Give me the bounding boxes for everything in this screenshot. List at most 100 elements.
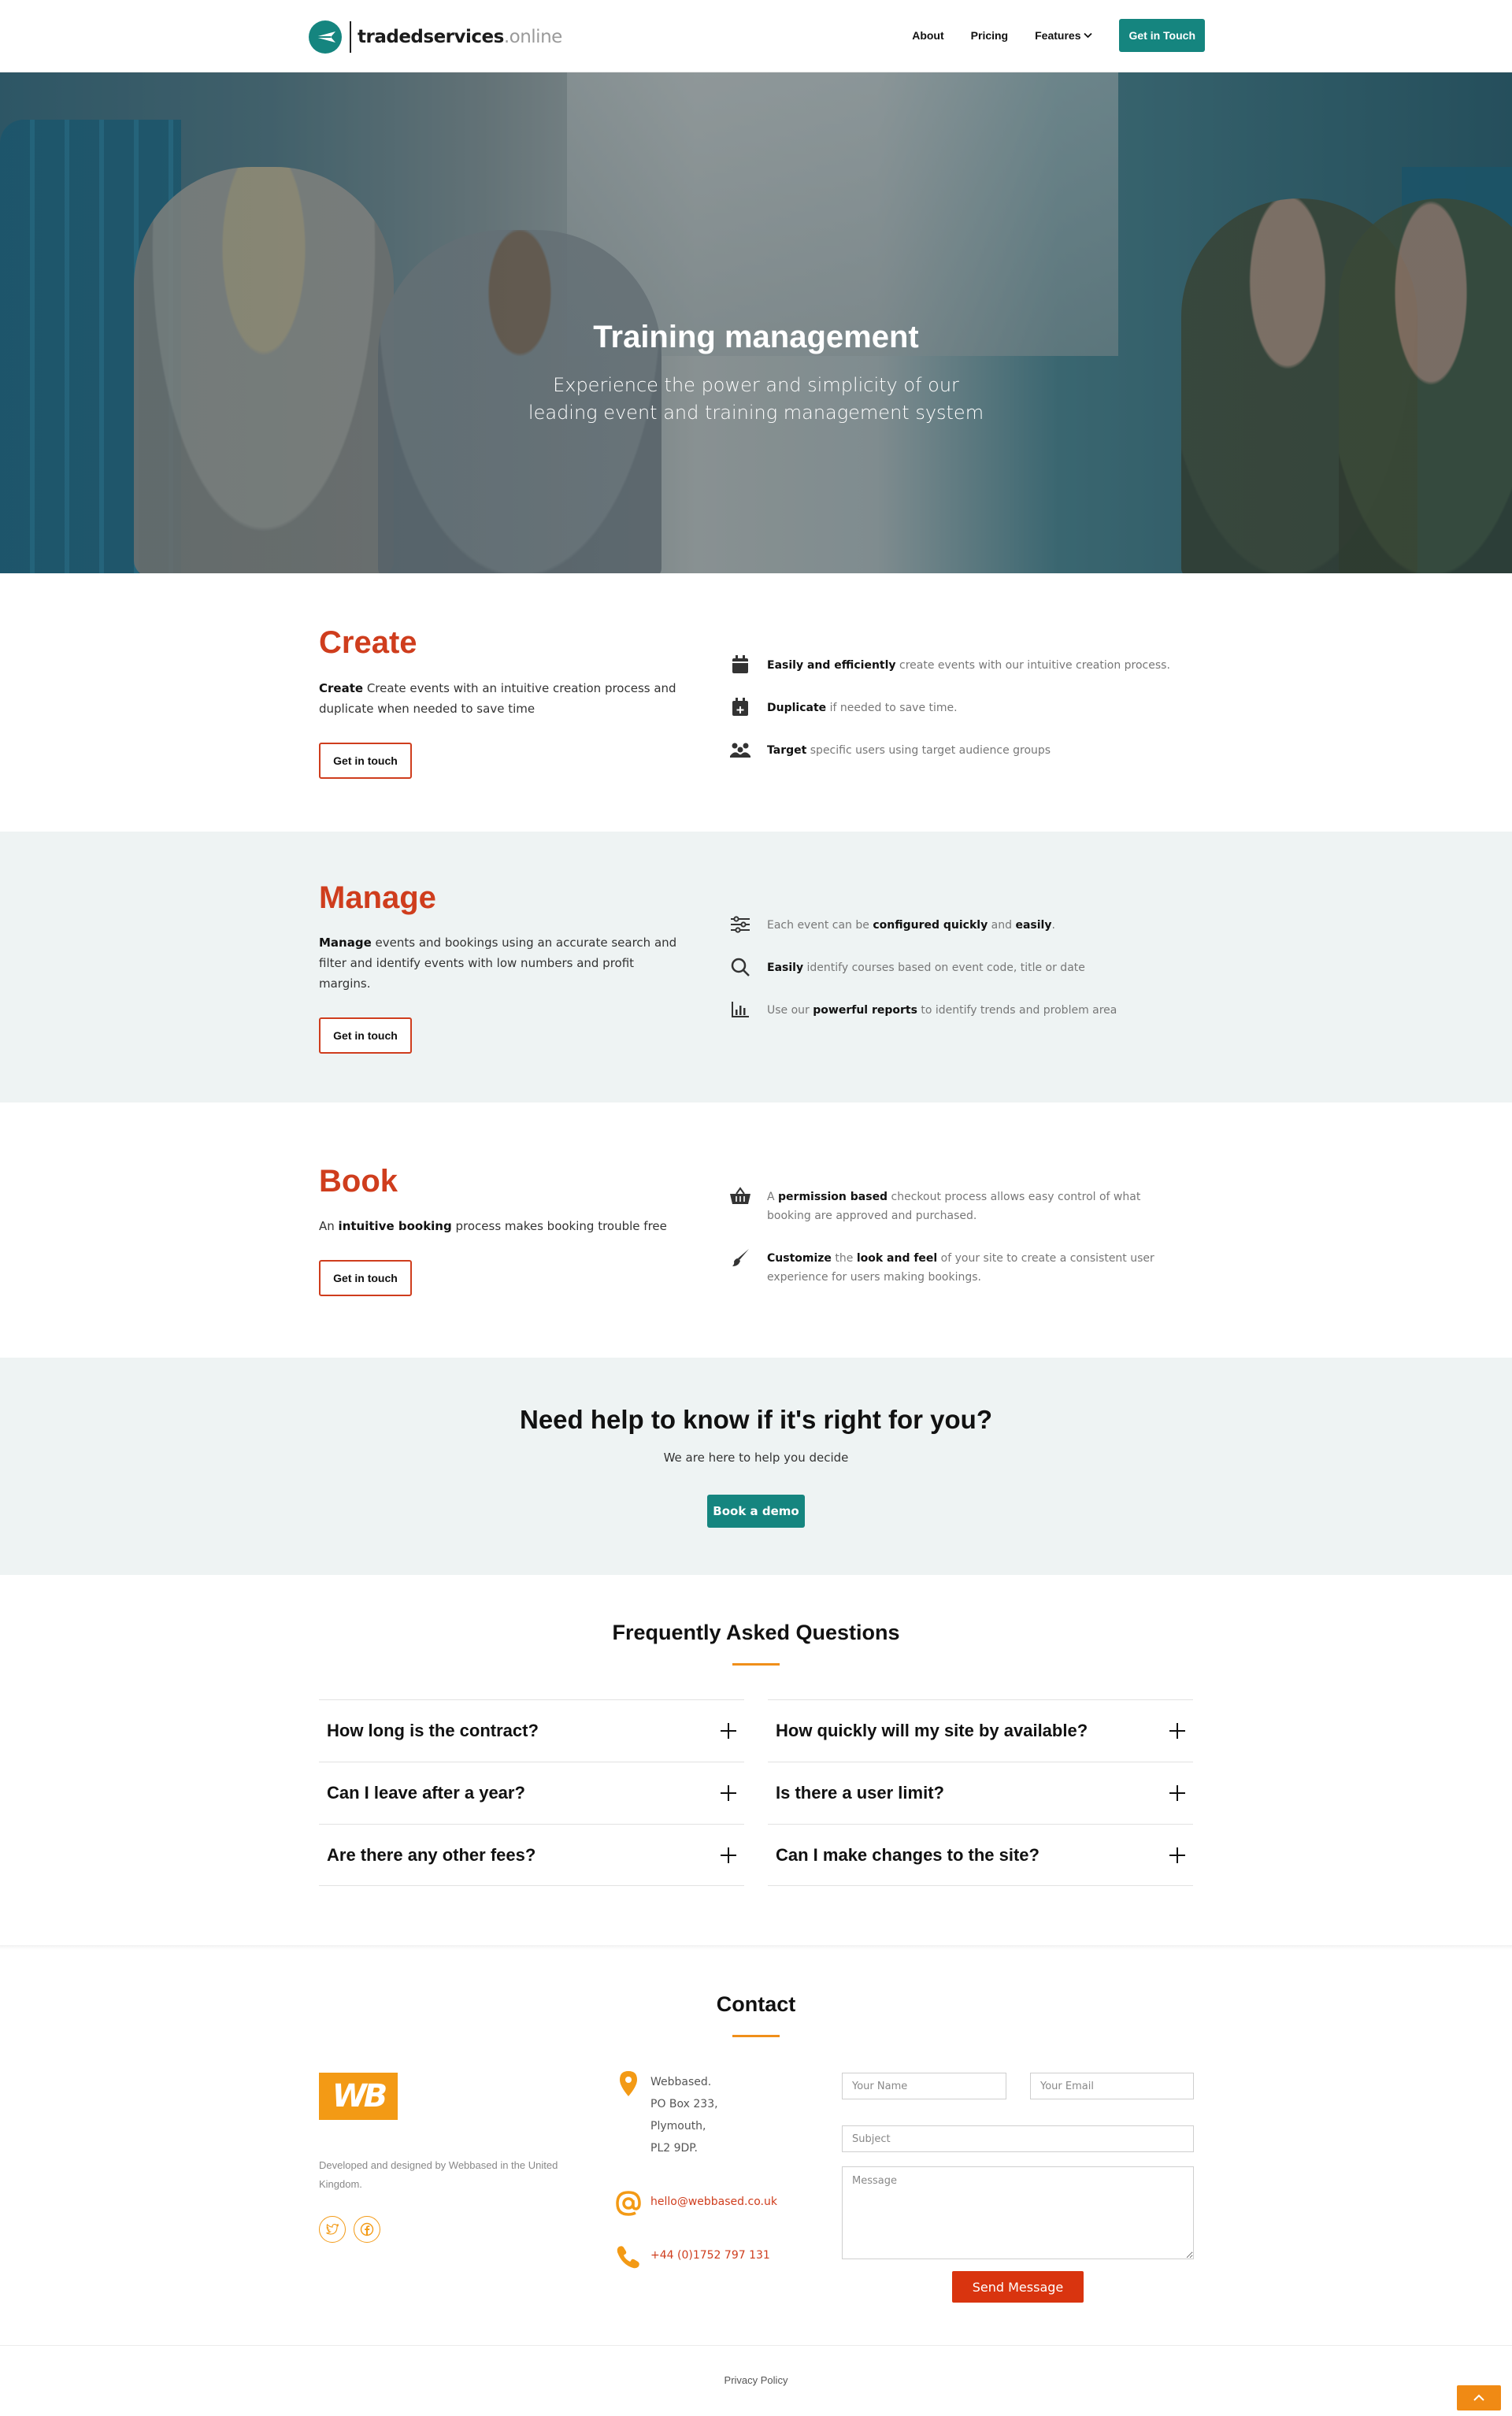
privacy-policy-link[interactable]: Privacy Policy xyxy=(0,2374,1512,2386)
address-line: PO Box 233, xyxy=(650,2098,718,2110)
book-get-in-touch-button[interactable]: Get in touch xyxy=(319,1260,412,1296)
book-description: An intuitive booking process makes booki… xyxy=(319,1219,667,1233)
faq-question: Is there a user limit? xyxy=(776,1783,944,1803)
create-get-in-touch-button[interactable]: Get in touch xyxy=(319,743,412,779)
create-feature-item: Easily and efficiently create events wit… xyxy=(728,654,1184,675)
audience-icon xyxy=(728,739,753,760)
faq-item[interactable]: Can I leave after a year? xyxy=(319,1762,744,1824)
create-feature-item: Target specific users using target audie… xyxy=(728,741,1184,760)
phone-icon xyxy=(614,2243,643,2271)
nav-features-label: Features xyxy=(1035,29,1081,42)
calendar-plus-icon xyxy=(728,697,753,717)
faq-item[interactable]: Can I make changes to the site? xyxy=(768,1824,1193,1886)
brush-icon xyxy=(728,1247,753,1268)
feature-text: Each event can be configured quickly and… xyxy=(767,919,1055,932)
faq-column-left: How long is the contract? Can I leave af… xyxy=(319,1699,744,1886)
plus-icon xyxy=(721,1847,736,1863)
manage-section: Manage Manage events and bookings using … xyxy=(0,832,1512,1102)
plus-icon xyxy=(721,1723,736,1739)
demo-cta-section: Need help to know if it's right for you?… xyxy=(0,1358,1512,1575)
facebook-icon[interactable] xyxy=(354,2216,380,2243)
logo-divider xyxy=(350,21,351,53)
faq-question: Can I leave after a year? xyxy=(327,1783,525,1803)
address-line: PL2 9DP. xyxy=(650,2142,698,2155)
chevron-down-icon xyxy=(1084,32,1093,39)
book-feature-item: Customize the look and feel of your site… xyxy=(728,1249,1169,1287)
contact-title-underline xyxy=(732,2035,780,2037)
email-link[interactable]: hello@webbased.co.uk xyxy=(650,2196,777,2208)
faq-question: Can I make changes to the site? xyxy=(776,1844,1040,1865)
faq-column-right: How quickly will my site by available? I… xyxy=(768,1699,1193,1886)
faq-title: Frequently Asked Questions xyxy=(612,1621,900,1644)
plus-icon xyxy=(1169,1723,1185,1739)
cta-subtitle: We are here to help you decide xyxy=(663,1451,849,1465)
faq-question: How quickly will my site by available? xyxy=(776,1721,1088,1740)
create-title: Create xyxy=(319,625,417,660)
contact-title: Contact xyxy=(716,1992,796,2016)
feature-text: Customize the look and feel of your site… xyxy=(767,1252,1154,1284)
create-feature-item: Duplicate if needed to save time. xyxy=(728,698,1184,717)
logo-plane-icon xyxy=(309,20,342,54)
address-line: Webbased. xyxy=(650,2076,712,2088)
hero-title: Training management xyxy=(593,320,919,354)
search-icon xyxy=(728,957,753,977)
cta-title: Need help to know if it's right for you? xyxy=(519,1405,992,1434)
name-field[interactable] xyxy=(842,2073,1006,2099)
logo-wordmark: tradedservices.online xyxy=(358,27,562,47)
book-feature-item: A permission based checkout process allo… xyxy=(728,1186,1169,1225)
book-demo-button[interactable]: Book a demo xyxy=(707,1495,805,1528)
sliders-icon xyxy=(728,914,753,935)
faq-item[interactable]: Are there any other fees? xyxy=(319,1824,744,1886)
bar-chart-icon xyxy=(728,999,753,1020)
faq-item[interactable]: How long is the contract? xyxy=(319,1699,744,1762)
subject-field[interactable] xyxy=(842,2125,1194,2152)
site-logo[interactable]: tradedservices.online xyxy=(309,20,562,54)
basket-icon xyxy=(728,1186,753,1206)
manage-description: Manage events and bookings using an accu… xyxy=(319,936,677,991)
webbased-logo[interactable]: WB xyxy=(319,2073,398,2120)
address-line: Plymouth, xyxy=(650,2120,706,2133)
feature-text: Use our powerful reports to identify tre… xyxy=(767,1004,1117,1017)
message-field[interactable] xyxy=(842,2166,1194,2259)
feature-text: A permission based checkout process allo… xyxy=(767,1191,1141,1222)
at-sign-icon xyxy=(614,2189,643,2218)
faq-question: Are there any other fees? xyxy=(327,1844,536,1865)
get-in-touch-nav-button[interactable]: Get in Touch xyxy=(1119,19,1205,52)
create-description: Create Create events with an intuitive c… xyxy=(319,681,676,716)
manage-feature-item: Use our powerful reports to identify tre… xyxy=(728,1001,1184,1020)
feature-text: Easily identify courses based on event c… xyxy=(767,962,1085,974)
create-section: Create Create Create events with an intu… xyxy=(0,573,1512,832)
top-nav: tradedservices.online About Pricing Feat… xyxy=(0,0,1512,72)
scroll-to-top-button[interactable] xyxy=(1457,2385,1501,2410)
feature-text: Duplicate if needed to save time. xyxy=(767,702,958,714)
postal-address: Webbased. PO Box 233, Plymouth, PL2 9DP. xyxy=(650,2071,718,2159)
manage-feature-item: Easily identify courses based on event c… xyxy=(728,958,1184,977)
plus-icon xyxy=(1169,1847,1185,1863)
calendar-icon xyxy=(728,654,753,675)
feature-text: Target specific users using target audie… xyxy=(767,744,1051,757)
hero-subtitle: Experience the power and simplicity of o… xyxy=(528,374,984,424)
send-message-button[interactable]: Send Message xyxy=(952,2271,1084,2303)
book-section: Book An intuitive booking process makes … xyxy=(0,1102,1512,1358)
manage-title: Manage xyxy=(319,880,436,915)
email-field[interactable] xyxy=(1030,2073,1194,2099)
section-divider xyxy=(0,1945,1512,1950)
plus-icon xyxy=(721,1785,736,1801)
phone-link[interactable]: +44 (0)1752 797 131 xyxy=(650,2249,770,2262)
twitter-icon[interactable] xyxy=(319,2216,346,2243)
feature-text: Easily and efficiently create events wit… xyxy=(767,659,1170,672)
nav-links: About Pricing Features Get in Touch xyxy=(912,19,1205,52)
manage-get-in-touch-button[interactable]: Get in touch xyxy=(319,1017,412,1054)
plus-icon xyxy=(1169,1785,1185,1801)
nav-features[interactable]: Features xyxy=(1035,29,1093,42)
nav-pricing[interactable]: Pricing xyxy=(971,29,1008,42)
faq-item[interactable]: How quickly will my site by available? xyxy=(768,1699,1193,1762)
chevron-up-icon xyxy=(1473,2394,1484,2401)
developer-credit: Developed and designed by Webbased in th… xyxy=(319,2159,558,2190)
footer: Privacy Policy xyxy=(0,2345,1512,2416)
nav-about[interactable]: About xyxy=(912,29,943,42)
faq-title-underline xyxy=(732,1663,780,1666)
faq-item[interactable]: Is there a user limit? xyxy=(768,1762,1193,1824)
book-title: Book xyxy=(319,1164,398,1199)
manage-feature-item: Each event can be configured quickly and… xyxy=(728,916,1184,935)
